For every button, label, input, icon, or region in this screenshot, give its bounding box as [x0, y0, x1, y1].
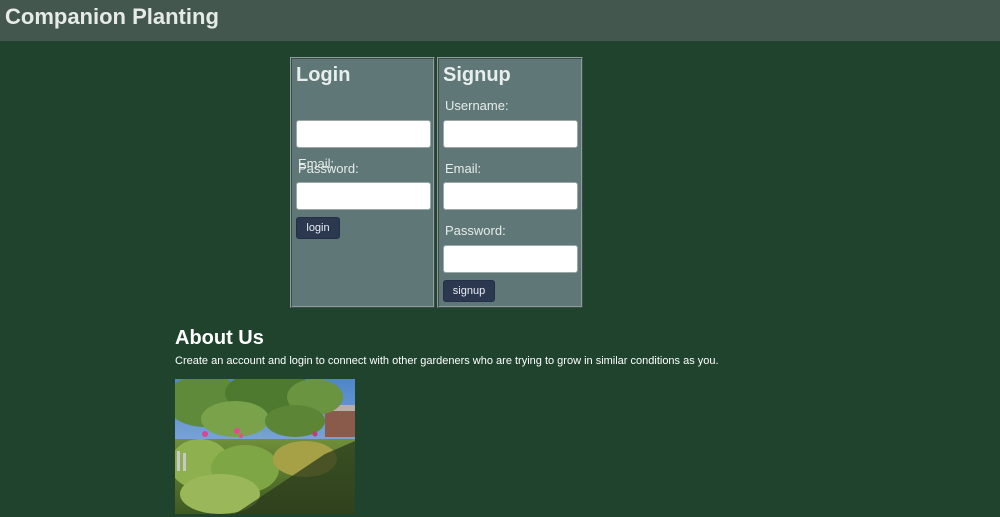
- login-panel: Login Email: Password: login: [290, 57, 435, 308]
- login-email-input[interactable]: [296, 120, 431, 148]
- login-password-input[interactable]: [296, 182, 431, 210]
- login-button[interactable]: login: [296, 217, 340, 239]
- garden-photo: [175, 379, 355, 514]
- signup-title: Signup: [443, 64, 511, 86]
- about-title: About Us: [175, 327, 264, 349]
- signup-password-input[interactable]: [443, 245, 578, 273]
- signup-panel: Signup Username: Email: Password: signup: [437, 57, 583, 308]
- signup-email-input[interactable]: [443, 182, 578, 210]
- site-title: Companion Planting: [5, 4, 219, 29]
- about-text: Create an account and login to connect w…: [175, 355, 719, 367]
- signup-password-label: Password:: [445, 223, 506, 238]
- login-title: Login: [296, 64, 351, 86]
- top-bar: Companion Planting: [0, 0, 1000, 41]
- signup-username-input[interactable]: [443, 120, 578, 148]
- signup-username-label: Username:: [445, 98, 509, 113]
- signup-button[interactable]: signup: [443, 280, 495, 302]
- login-password-label: Password:: [298, 161, 359, 176]
- signup-email-label: Email:: [445, 161, 482, 176]
